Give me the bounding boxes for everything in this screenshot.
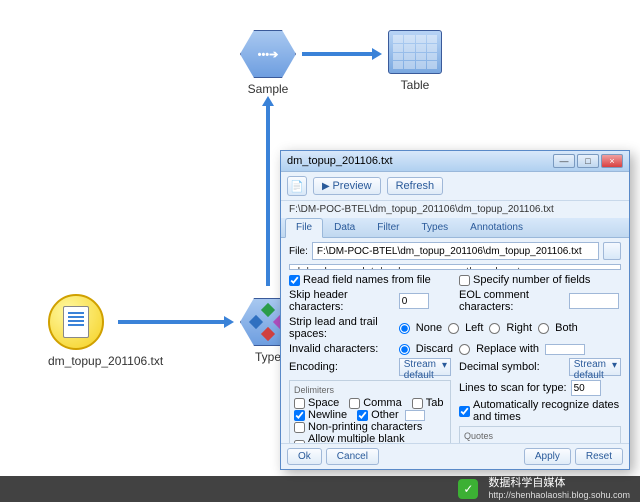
eol-comment-label: EOL comment characters: bbox=[459, 289, 561, 313]
dialog-toolbar: 📄 ▶ Preview Refresh bbox=[281, 172, 629, 201]
read-fields-checkbox[interactable] bbox=[289, 275, 300, 286]
sample-glyph: •••➔ bbox=[258, 48, 279, 61]
delimiters-group: Delimiters Space Comma Tab Newline Other… bbox=[289, 380, 451, 443]
delim-tab-checkbox[interactable] bbox=[412, 398, 423, 409]
table-icon bbox=[388, 30, 442, 74]
eol-comment-input[interactable] bbox=[569, 293, 619, 309]
dialog-body: File: dn|recharge_date|recharge_amount|v… bbox=[281, 238, 629, 443]
arrow-sample-table bbox=[302, 52, 372, 56]
invalid-replace-radio[interactable] bbox=[459, 344, 470, 355]
close-button[interactable]: × bbox=[601, 154, 623, 168]
dialog-tabs: File Data Filter Types Annotations bbox=[281, 218, 629, 238]
tab-filter[interactable]: Filter bbox=[366, 218, 410, 237]
strip-spaces-label: Strip lead and trail spaces: bbox=[289, 316, 391, 340]
dialog-title-text: dm_topup_201106.txt bbox=[287, 155, 393, 167]
browse-button[interactable] bbox=[603, 242, 621, 260]
cancel-button[interactable]: Cancel bbox=[326, 448, 379, 465]
arrow-head-2 bbox=[224, 316, 234, 328]
watermark-bar: ✓ 数据科学自媒体 http://shenhaolaoshi.blog.sohu… bbox=[0, 476, 640, 502]
skip-header-label: Skip header characters: bbox=[289, 289, 391, 313]
replace-with-input[interactable] bbox=[545, 344, 585, 355]
lines-scan-label: Lines to scan for type: bbox=[459, 382, 567, 394]
preview-line: dn|recharge_date|recharge_amount|voucher… bbox=[294, 267, 616, 270]
strip-both-radio[interactable] bbox=[538, 323, 549, 334]
specify-fields-checkbox[interactable] bbox=[459, 275, 470, 286]
wechat-icon: ✓ bbox=[458, 479, 478, 499]
watermark-name: 数据科学自媒体 bbox=[488, 477, 630, 489]
table-node[interactable]: Table bbox=[388, 30, 442, 92]
tab-data[interactable]: Data bbox=[323, 218, 366, 237]
encoding-select[interactable]: Stream default bbox=[399, 358, 451, 376]
arrow-source-type bbox=[118, 320, 224, 324]
lines-scan-input[interactable] bbox=[571, 380, 601, 396]
delim-comma-checkbox[interactable] bbox=[349, 398, 360, 409]
apply-button[interactable]: Apply bbox=[524, 448, 571, 465]
document-icon bbox=[63, 306, 89, 338]
invalid-chars-label: Invalid characters: bbox=[289, 343, 391, 355]
preview-button[interactable]: ▶ Preview bbox=[313, 177, 381, 195]
sample-node[interactable]: •••➔ Sample bbox=[240, 30, 296, 96]
delim-newline-checkbox[interactable] bbox=[294, 410, 305, 421]
delim-space-checkbox[interactable] bbox=[294, 398, 305, 409]
arrow-head-3 bbox=[262, 96, 274, 106]
quotes-title: Quotes bbox=[464, 431, 616, 441]
tab-types[interactable]: Types bbox=[410, 218, 459, 237]
delim-other-checkbox[interactable] bbox=[357, 410, 368, 421]
nonprint-checkbox[interactable] bbox=[294, 422, 305, 433]
sample-label: Sample bbox=[240, 82, 296, 96]
preview-box: dn|recharge_date|recharge_amount|voucher… bbox=[289, 264, 621, 270]
specify-fields-label: Specify number of fields bbox=[473, 274, 590, 286]
quotes-group: Quotes Single quotes:Discard Double quot… bbox=[459, 426, 621, 443]
source-circle bbox=[48, 294, 104, 350]
strip-right-radio[interactable] bbox=[489, 323, 500, 334]
watermark-url: http://shenhaolaoshi.blog.sohu.com bbox=[488, 489, 630, 501]
refresh-button[interactable]: Refresh bbox=[387, 177, 444, 195]
arrow-type-sample bbox=[266, 106, 270, 286]
sample-hexagon: •••➔ bbox=[240, 30, 296, 78]
dialog-path: F:\DM-POC-BTEL\dm_topup_201106\dm_topup_… bbox=[281, 201, 629, 218]
dialog-titlebar[interactable]: dm_topup_201106.txt — □ × bbox=[281, 151, 629, 172]
minimize-button[interactable]: — bbox=[553, 154, 575, 168]
file-input[interactable] bbox=[312, 242, 599, 260]
dialog-footer: Ok Cancel Apply Reset bbox=[281, 443, 629, 469]
read-fields-label: Read field names from file bbox=[303, 274, 431, 286]
invalid-discard-radio[interactable] bbox=[399, 344, 410, 355]
maximize-button[interactable]: □ bbox=[577, 154, 599, 168]
encoding-label: Encoding: bbox=[289, 361, 391, 373]
skip-header-input[interactable] bbox=[399, 293, 429, 309]
file-label: File: bbox=[289, 246, 308, 257]
source-node[interactable]: dm_topup_201106.txt bbox=[48, 294, 163, 368]
arrow-head-1 bbox=[372, 48, 382, 60]
reset-button[interactable]: Reset bbox=[575, 448, 623, 465]
file-icon[interactable]: 📄 bbox=[287, 176, 307, 196]
source-dialog: dm_topup_201106.txt — □ × 📄 ▶ Preview Re… bbox=[280, 150, 630, 470]
strip-none-radio[interactable] bbox=[399, 323, 410, 334]
tab-file[interactable]: File bbox=[285, 218, 323, 238]
strip-left-radio[interactable] bbox=[448, 323, 459, 334]
tab-annotations[interactable]: Annotations bbox=[459, 218, 534, 237]
ok-button[interactable]: Ok bbox=[287, 448, 322, 465]
auto-dates-checkbox[interactable] bbox=[459, 406, 470, 417]
delim-other-input[interactable] bbox=[405, 410, 425, 421]
delimiters-title: Delimiters bbox=[294, 385, 446, 395]
source-label: dm_topup_201106.txt bbox=[48, 354, 163, 368]
table-label: Table bbox=[388, 78, 442, 92]
decimal-select[interactable]: Stream default bbox=[569, 358, 621, 376]
decimal-label: Decimal symbol: bbox=[459, 361, 561, 373]
